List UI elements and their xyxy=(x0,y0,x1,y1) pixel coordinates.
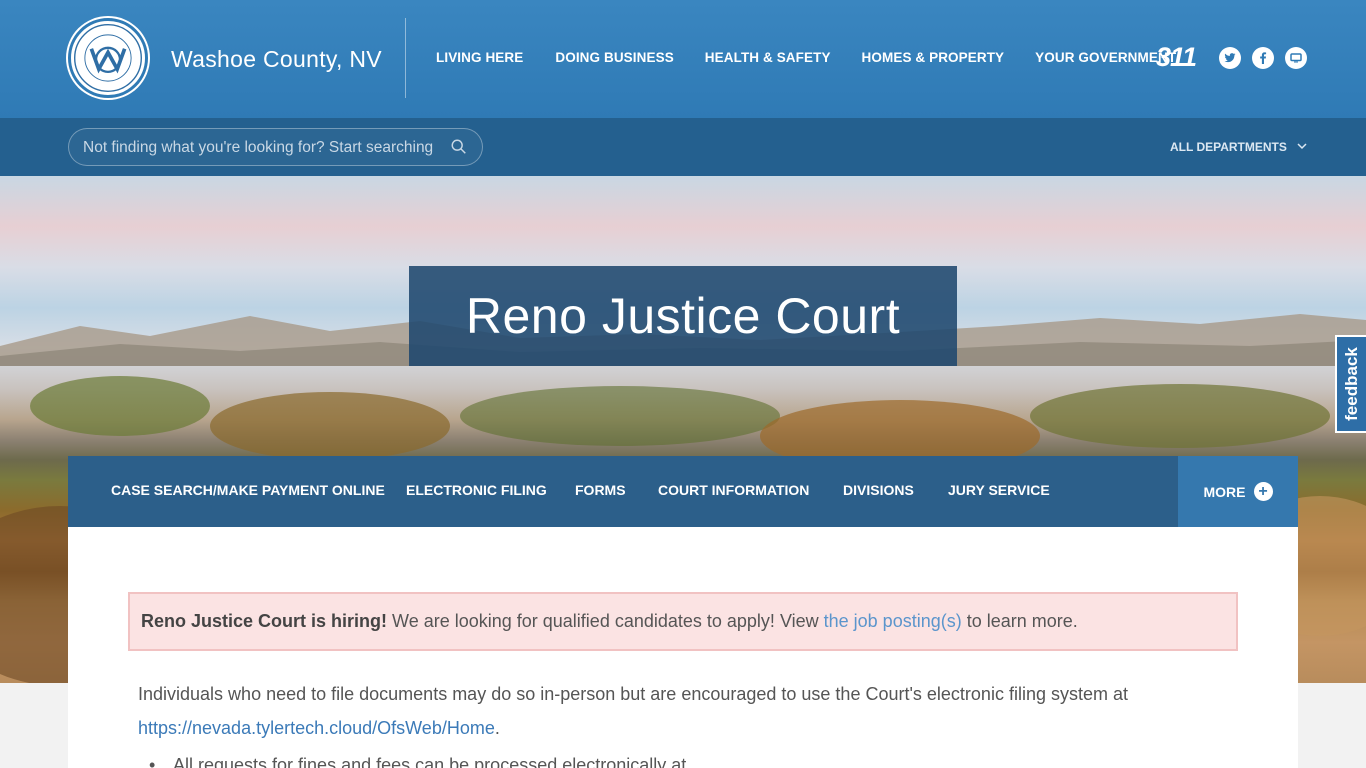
twitter-icon[interactable] xyxy=(1219,46,1242,69)
hero-title-box: Reno Justice Court xyxy=(409,266,957,366)
search-input[interactable] xyxy=(83,136,448,160)
chevron-down-icon xyxy=(1297,142,1307,153)
efiling-paragraph: Individuals who need to file documents m… xyxy=(138,677,1218,745)
page-title: Reno Justice Court xyxy=(465,288,901,344)
alert-text: We are looking for qualified candidates … xyxy=(387,611,824,631)
dept-nav-court-information[interactable]: COURT INFORMATION xyxy=(658,482,809,498)
department-nav: CASE SEARCH/MAKE PAYMENT ONLINE ELECTRON… xyxy=(68,456,1298,527)
paragraph-tail: . xyxy=(494,718,500,738)
more-button[interactable]: MORE + xyxy=(1178,456,1298,527)
plus-circle-icon: + xyxy=(1253,482,1273,501)
top-header: Washoe County, NV LIVING HERE DOING BUSI… xyxy=(0,0,1366,118)
dept-nav-case-search[interactable]: CASE SEARCH/MAKE PAYMENT ONLINE xyxy=(111,482,385,498)
alert-heading: Reno Justice Court is hiring! xyxy=(141,611,388,631)
nav-living-here[interactable]: LIVING HERE xyxy=(436,50,523,65)
feedback-tab[interactable]: feedback xyxy=(1335,335,1366,433)
hiring-alert: Reno Justice Court is hiring! We are loo… xyxy=(128,592,1238,651)
social-links: 311 xyxy=(1156,42,1308,73)
alert-tail: to learn more. xyxy=(961,611,1078,631)
feedback-label: feedback xyxy=(1341,347,1361,421)
311-logo[interactable]: 311 xyxy=(1156,42,1197,73)
all-departments-dropdown[interactable]: ALL DEPARTMENTS xyxy=(1170,140,1307,154)
facebook-icon[interactable] xyxy=(1252,46,1275,69)
job-posting-link[interactable]: the job posting(s) xyxy=(824,611,962,631)
screen-icon[interactable] xyxy=(1285,46,1308,69)
paragraph-text: Individuals who need to file documents m… xyxy=(138,684,1128,704)
nav-doing-business[interactable]: DOING BUSINESS xyxy=(555,50,673,65)
site-search xyxy=(68,128,483,166)
county-seal-logo[interactable] xyxy=(68,18,148,98)
more-label: MORE xyxy=(1203,483,1246,500)
all-departments-label: ALL DEPARTMENTS xyxy=(1170,140,1287,154)
nav-homes-property[interactable]: HOMES & PROPERTY xyxy=(862,50,1005,65)
main-content: Reno Justice Court is hiring! We are loo… xyxy=(68,527,1298,768)
dept-nav-jury-service[interactable]: JURY SERVICE xyxy=(948,482,1050,498)
dept-nav-divisions[interactable]: DIVISIONS xyxy=(843,482,914,498)
search-icon[interactable] xyxy=(450,138,468,156)
efiling-link[interactable]: https://nevada.tylertech.cloud/OfsWeb/Ho… xyxy=(138,718,495,738)
nav-health-safety[interactable]: HEALTH & SAFETY xyxy=(705,50,831,65)
dept-nav-forms[interactable]: FORMS xyxy=(575,482,626,498)
header-divider xyxy=(405,18,406,98)
list-item: All requests for fines and fees can be p… xyxy=(149,755,686,768)
county-name[interactable]: Washoe County, NV xyxy=(171,46,382,73)
dept-nav-electronic-filing[interactable]: ELECTRONIC FILING xyxy=(406,482,547,498)
search-band xyxy=(0,118,1366,176)
main-nav: LIVING HERE DOING BUSINESS HEALTH & SAFE… xyxy=(436,50,1176,65)
